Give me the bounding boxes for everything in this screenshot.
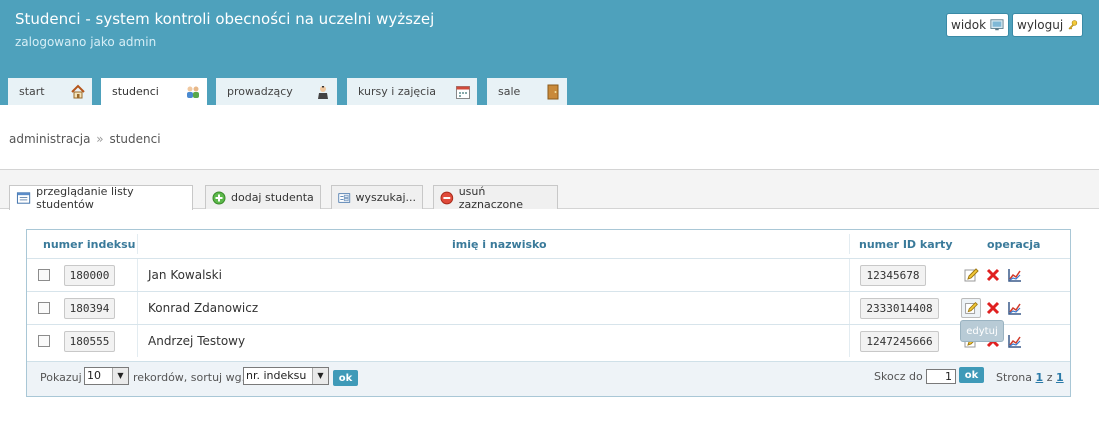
door-icon — [547, 84, 559, 100]
tab-studenci-label: studenci — [112, 85, 159, 98]
column-divider — [137, 259, 138, 291]
subtab-dodaj-studenta[interactable]: dodaj studenta — [205, 185, 321, 209]
tab-start-label: start — [19, 85, 45, 98]
table-row: 180555 Andrzej Testowy 1247245666 — [27, 324, 1070, 357]
row-checkbox[interactable] — [38, 269, 50, 281]
index-number: 180555 — [64, 331, 115, 352]
table-footer: Pokazuj 10 ▼ rekordów, sortuj wg. nr. in… — [27, 361, 1070, 396]
logout-button-label: wyloguj — [1017, 18, 1064, 32]
tab-sale[interactable]: sale — [487, 78, 567, 105]
sort-select[interactable]: nr. indeksu ↑ ▼ — [243, 367, 329, 385]
subtab-wyszukaj-label: wyszukaj... — [355, 191, 416, 204]
subtab-usun-label: usuń zaznaczone — [458, 184, 523, 211]
index-number: 180000 — [64, 265, 115, 286]
header-bar: Studenci - system kontroli obecności na … — [0, 0, 1099, 105]
sort-ok-button[interactable]: ok — [333, 370, 358, 386]
teacher-icon — [318, 86, 328, 99]
login-info: zalogowano jako admin — [15, 35, 157, 49]
column-divider — [137, 292, 138, 324]
statistics-icon[interactable] — [1007, 333, 1023, 349]
column-divider — [137, 234, 138, 254]
view-button-label: widok — [951, 18, 987, 32]
subtab-lista-studentow[interactable]: przeglądanie listy studentów — [9, 185, 193, 211]
chevron-down-icon: ▼ — [112, 368, 128, 384]
tab-prowadzacy-label: prowadzący — [227, 85, 293, 98]
column-header-operations: operacja — [987, 238, 1041, 251]
view-button[interactable]: widok — [946, 13, 1009, 37]
logout-button[interactable]: wyloguj — [1012, 13, 1083, 37]
column-divider — [849, 234, 850, 254]
column-divider — [137, 325, 138, 357]
app-title: Studenci - system kontroli obecności na … — [15, 10, 435, 28]
per-page-select[interactable]: 10 ▼ — [84, 367, 129, 385]
tab-prowadzacy[interactable]: prowadzący — [216, 78, 337, 105]
remove-icon — [440, 191, 454, 204]
column-divider — [849, 292, 850, 324]
breadcrumb: administracja » studenci — [9, 132, 161, 146]
breadcrumb-current: studenci — [109, 132, 161, 146]
students-table: numer indeksu imię i nazwisko numer ID k… — [26, 229, 1071, 397]
page-of-label: z — [1046, 371, 1053, 384]
statistics-icon[interactable] — [1007, 267, 1023, 283]
sort-value: nr. indeksu ↑ — [246, 369, 320, 382]
index-number: 180394 — [64, 298, 115, 319]
page-label: Strona — [996, 371, 1033, 384]
records-sort-label: rekordów, sortuj wg. — [133, 371, 246, 384]
subtab-usun-zaznaczone[interactable]: usuń zaznaczone — [433, 184, 558, 211]
column-header-name[interactable]: imię i nazwisko — [452, 238, 547, 251]
student-name: Konrad Zdanowicz — [148, 301, 259, 315]
calendar-icon — [456, 86, 470, 99]
breadcrumb-separator: » — [96, 132, 104, 146]
table-row: 180000 Jan Kowalski 12345678 — [27, 258, 1070, 291]
jump-ok-button[interactable]: ok — [959, 367, 984, 383]
search-form-icon — [338, 192, 351, 203]
row-checkbox[interactable] — [38, 335, 50, 347]
column-divider — [849, 325, 850, 357]
column-header-index[interactable]: numer indeksu — [43, 238, 135, 251]
page-total-link[interactable]: 1 — [1056, 371, 1064, 384]
statistics-icon[interactable] — [1007, 300, 1023, 316]
delete-icon[interactable] — [985, 267, 1001, 283]
subtab-wyszukaj[interactable]: wyszukaj... — [331, 185, 423, 209]
edit-icon[interactable] — [963, 267, 979, 283]
tab-studenci[interactable]: studenci — [101, 78, 207, 105]
per-page-value: 10 — [87, 369, 101, 382]
edit-icon[interactable] — [961, 298, 981, 318]
card-id: 2333014408 — [860, 298, 939, 319]
add-icon — [212, 191, 226, 204]
row-checkbox[interactable] — [38, 302, 50, 314]
show-label: Pokazuj — [40, 371, 82, 384]
tab-sale-label: sale — [498, 85, 521, 98]
key-icon — [1068, 20, 1078, 30]
jump-label: Skocz do — [874, 370, 923, 383]
home-icon — [71, 84, 85, 99]
student-name: Jan Kowalski — [148, 268, 222, 282]
list-icon — [16, 192, 31, 204]
subtab-dodaj-label: dodaj studenta — [231, 191, 314, 204]
delete-icon[interactable] — [985, 300, 1001, 316]
tab-start[interactable]: start — [8, 78, 92, 105]
tab-kursy-i-zajecia[interactable]: kursy i zajęcia — [347, 78, 477, 105]
page-current-link[interactable]: 1 — [1036, 371, 1044, 384]
students-icon — [187, 86, 199, 98]
pagination: Strona 1 z 1 — [996, 371, 1064, 384]
card-id: 12345678 — [860, 265, 926, 286]
student-name: Andrzej Testowy — [148, 334, 246, 348]
chevron-down-icon: ▼ — [312, 368, 328, 384]
subtab-lista-label: przeglądanie listy studentów — [36, 185, 134, 211]
jump-page-input[interactable]: 1 — [926, 369, 956, 384]
card-id: 1247245666 — [860, 331, 939, 352]
column-header-card-id[interactable]: numer ID karty — [859, 238, 952, 251]
edit-tooltip: edytuj — [960, 320, 1004, 342]
table-row: 180394 Konrad Zdanowicz 2333014408 — [27, 291, 1070, 324]
monitor-icon — [990, 19, 1004, 31]
column-divider — [849, 259, 850, 291]
breadcrumb-root[interactable]: administracja — [9, 132, 90, 146]
tab-kursy-label: kursy i zajęcia — [358, 85, 436, 98]
